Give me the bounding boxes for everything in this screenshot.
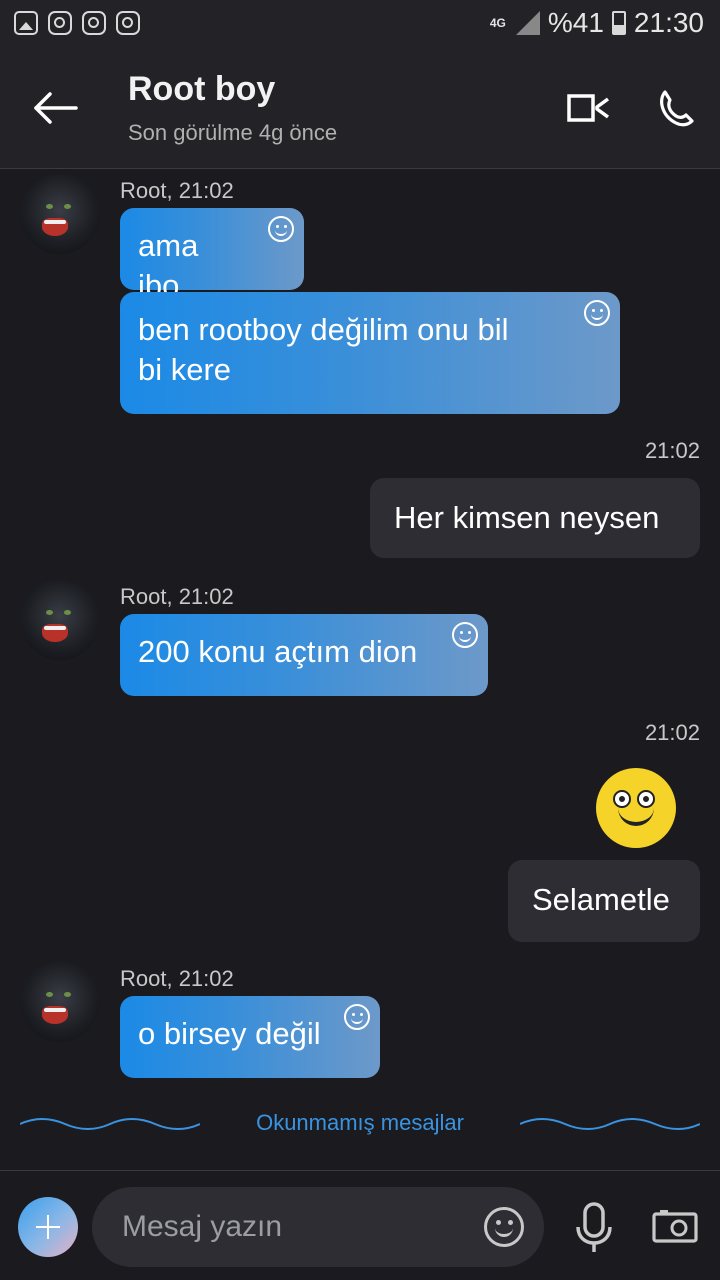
outgoing-message[interactable]: Her kimsen neysen [370, 478, 700, 558]
add-attachment-button[interactable] [18, 1197, 78, 1257]
avatar[interactable] [20, 962, 100, 1042]
incoming-message[interactable]: ben rootboy değilim onu bil bi kere [120, 292, 620, 414]
avatar[interactable] [20, 580, 100, 660]
message-time: 21:02 [644, 438, 700, 463]
wave-divider [520, 1118, 700, 1130]
message-input[interactable] [122, 1207, 462, 1247]
incoming-message[interactable]: 200 konu açtım dion [120, 614, 488, 696]
message-text: 200 konu açtım dion [138, 634, 418, 669]
incoming-message[interactable]: o birsey değil [120, 996, 380, 1078]
unread-divider: Okunmamış mesajlar [0, 1106, 720, 1142]
emoji-icon[interactable] [484, 1207, 524, 1247]
reaction-smiley-icon[interactable] [268, 216, 294, 242]
battery-icon [611, 11, 626, 35]
system-indicators: 4G %41 21:30 [488, 7, 704, 39]
avatar[interactable] [20, 174, 100, 254]
chat-header: Root boy Son görülme 4g önce [0, 48, 720, 169]
message-text: ben rootboy değilim onu bil [138, 312, 509, 347]
reaction-smiley-icon[interactable] [344, 1004, 370, 1030]
instagram-icon [48, 11, 72, 35]
instagram-icon [82, 11, 106, 35]
incoming-message[interactable]: ama ibo [120, 208, 304, 303]
message-input-container[interactable] [92, 1187, 544, 1267]
status-bar: 4G %41 21:30 [0, 0, 720, 48]
microphone-icon[interactable] [572, 1201, 616, 1255]
message-list[interactable]: Root, 21:02 ama ibo ben rootboy değilim … [0, 170, 720, 1170]
message-composer [0, 1170, 720, 1280]
clock: 21:30 [633, 7, 704, 38]
message-text: o birsey değil [138, 1016, 321, 1051]
signal-icon [515, 11, 540, 35]
reaction-smiley-icon[interactable] [452, 622, 478, 648]
instagram-icon [116, 11, 140, 35]
outgoing-message[interactable]: Selametle [508, 860, 700, 942]
network-type: 4G [489, 16, 506, 30]
message-text: Her kimsen neysen [394, 500, 660, 535]
smiley-emoji-icon[interactable] [596, 768, 676, 848]
camera-icon[interactable] [652, 1209, 698, 1243]
notification-icons [14, 11, 140, 35]
phone-call-icon[interactable] [656, 88, 696, 128]
back-arrow-icon[interactable] [30, 88, 80, 128]
message-sender-time: Root, 21:02 [120, 584, 234, 609]
last-seen-status: Son görülme 4g önce [128, 120, 338, 145]
battery-percentage: %41 [547, 7, 604, 38]
message-text: bi kere [138, 352, 232, 387]
message-sender-time: Root, 21:02 [120, 178, 234, 203]
message-text: Selametle [532, 882, 670, 917]
contact-name[interactable]: Root boy [128, 70, 275, 109]
video-call-icon[interactable] [566, 90, 610, 126]
message-time: 21:02 [644, 720, 700, 745]
message-sender-time: Root, 21:02 [120, 966, 234, 991]
reaction-smiley-icon[interactable] [584, 300, 610, 326]
gallery-icon [14, 11, 38, 35]
